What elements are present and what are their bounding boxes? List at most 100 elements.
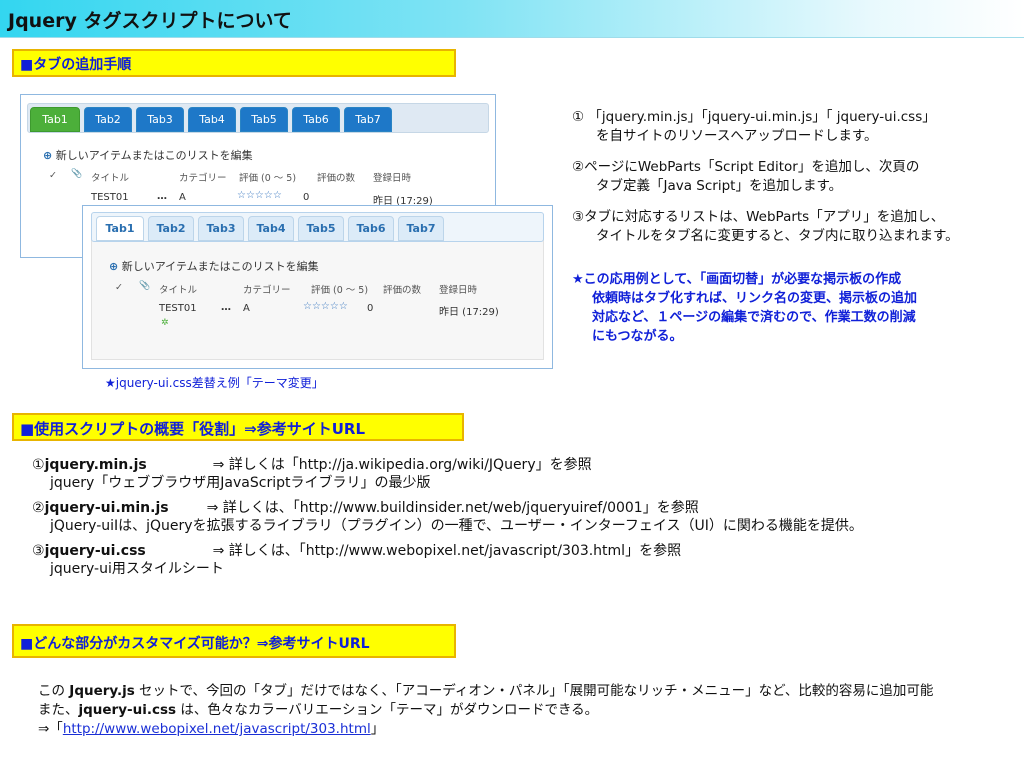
tab-5[interactable]: Tab5 — [240, 107, 288, 132]
summary-line-3-suffix: 」 — [370, 721, 385, 737]
column-rating-count[interactable]: 評価の数 — [317, 170, 355, 184]
column-title[interactable]: タイトル — [91, 170, 129, 184]
item-1-description: jquery「ウェブブラウザ用JavaScriptライブラリ」の最少版 — [50, 475, 431, 491]
column-rating-count[interactable]: 評価の数 — [383, 282, 421, 296]
column-category[interactable]: カテゴリー — [179, 170, 227, 184]
summary-line-1: この Jquery.js セットで、今回の「タブ」だけではなく、「アコーディオン… — [38, 682, 933, 701]
note-line-3: 対応など、１ページの編集で済むので、作業工数の削減 — [592, 310, 916, 325]
application-note: ★この応用例として、「画面切替」が必要な掲示板の作成 依頼時はタブ化すれば、リン… — [572, 270, 917, 346]
tab-6[interactable]: Tab6 — [348, 216, 394, 241]
row-menu-icon[interactable]: … — [157, 191, 167, 202]
column-date[interactable]: 登録日時 — [439, 282, 477, 296]
item-2-name: jquery-ui.min.js — [44, 500, 169, 516]
tab-7[interactable]: Tab7 — [344, 107, 392, 132]
column-check: ✓ — [115, 282, 123, 293]
row-title[interactable]: TEST01 — [91, 192, 129, 203]
column-rating[interactable]: 評価 (0 〜 5) — [239, 170, 296, 184]
row-category: A — [243, 303, 250, 314]
note-line-4: にもつながる。 — [592, 329, 683, 344]
tab-1[interactable]: Tab1 — [30, 107, 80, 132]
tab-1[interactable]: Tab1 — [96, 216, 144, 241]
step-2-line-1: ②ページにWebParts「Script Editor」を追加し、次頁の — [572, 159, 920, 175]
step-2: ②ページにWebParts「Script Editor」を追加し、次頁の タブ定… — [572, 158, 1012, 196]
new-item-link[interactable]: ⊕ 新しいアイテムまたはこのリストを編集 — [43, 147, 253, 163]
row-rating-stars[interactable]: ☆☆☆☆☆ — [237, 190, 282, 201]
item-3-description: jquery-ui用スタイルシート — [50, 561, 224, 577]
column-date[interactable]: 登録日時 — [373, 170, 411, 184]
item-3-name: jquery-ui.css — [44, 543, 146, 559]
summary-line-2-text: は、色々なカラーバリエーション「テーマ」がダウンロードできる。 — [176, 702, 599, 718]
tab-5[interactable]: Tab5 — [298, 216, 344, 241]
item-2-number: ② — [32, 500, 45, 516]
step-1: ① 「jquery.min.js」「jquery-ui.min.js」「 jqu… — [572, 108, 1012, 146]
item-1-number: ① — [32, 457, 45, 473]
tab-3[interactable]: Tab3 — [136, 107, 184, 132]
tab-4[interactable]: Tab4 — [248, 216, 294, 241]
row-rating-count: 0 — [367, 303, 374, 314]
customization-summary: この Jquery.js セットで、今回の「タブ」だけではなく、「アコーディオン… — [38, 682, 933, 739]
item-2-description: jQuery-uiIは、jQueryを拡張するライブラリ（プラグイン）の一種で、… — [50, 518, 863, 534]
page-title: Jquery タグスクリプトについて — [8, 10, 292, 32]
new-item-text: 新しいアイテムまたはこのリストを編集 — [121, 260, 319, 273]
row-rating-stars[interactable]: ☆☆☆☆☆ — [303, 301, 348, 312]
summary-line-2-prefix: また、 — [38, 702, 79, 718]
section-heading-text: ■どんな部分がカスタマイズ可能か？⇒参考サイトURL — [20, 636, 370, 652]
section-heading-customizable: ■どんな部分がカスタマイズ可能か？⇒参考サイトURL — [12, 624, 456, 658]
tab-4[interactable]: Tab4 — [188, 107, 236, 132]
row-title[interactable]: TEST01 — [159, 303, 197, 314]
step-2-line-2: タブ定義「Java Script」を追加します。 — [596, 178, 843, 194]
row-category: A — [179, 192, 186, 203]
title-bar: Jquery タグスクリプトについて — [0, 0, 1024, 38]
item-3-number: ③ — [32, 543, 45, 559]
column-title[interactable]: タイトル — [159, 282, 197, 296]
tab-strip: Tab1 Tab2 Tab3 Tab4 Tab5 Tab6 Tab7 — [91, 212, 544, 242]
summary-line-3-prefix: ⇒「 — [38, 721, 63, 737]
note-line-1: ★この応用例として、「画面切替」が必要な掲示板の作成 — [572, 272, 902, 287]
column-category[interactable]: カテゴリー — [243, 282, 291, 296]
step-1-line-2: を自サイトのリソースへアップロードします。 — [596, 128, 878, 144]
tab-steps: ① 「jquery.min.js」「jquery-ui.min.js」「 jqu… — [572, 108, 1012, 258]
section-heading-text: ■タブの追加手順 — [20, 57, 132, 73]
new-badge-icon: ✲ — [161, 318, 169, 328]
tab-3[interactable]: Tab3 — [198, 216, 244, 241]
step-3-line-2: タイトルをタブ名に変更すると、タブ内に取り込まれます。 — [596, 228, 959, 244]
tab-6[interactable]: Tab6 — [292, 107, 340, 132]
step-3: ③タブに対応するリストは、WebParts「アプリ」を追加し、 タイトルをタブ名… — [572, 208, 1012, 246]
new-item-link[interactable]: ⊕ 新しいアイテムまたはこのリストを編集 — [109, 258, 319, 274]
row-rating-count: 0 — [303, 192, 310, 203]
webopixel-link[interactable]: http://www.webopixel.net/javascript/303.… — [63, 721, 371, 737]
summary-line-1-prefix: この — [38, 683, 70, 699]
step-1-line-1: ① 「jquery.min.js」「jquery-ui.min.js」「 jqu… — [572, 109, 936, 125]
section-heading-text: ■使用スクリプトの概要「役割」⇒参考サイトURL — [20, 420, 366, 438]
column-rating[interactable]: 評価 (0 〜 5) — [311, 282, 368, 296]
section-heading-tab-steps: ■タブの追加手順 — [12, 49, 456, 77]
overview-item-3: ③jquery-ui.css ⇒ 詳しくは、「http://www.webopix… — [32, 542, 863, 560]
item-3-reference: ⇒ 詳しくは、「http://www.webopixel.net/javascr… — [212, 543, 682, 559]
summary-line-2: また、jquery-ui.css は、色々なカラーバリエーション「テーマ」がダウ… — [38, 701, 933, 720]
section-heading-script-overview: ■使用スクリプトの概要「役割」⇒参考サイトURL — [12, 413, 464, 441]
overview-item-1: ①jquery.min.js ⇒ 詳しくは「http://ja.wikipedia… — [32, 456, 863, 474]
tab-2[interactable]: Tab2 — [84, 107, 132, 132]
overview-item-2: ②jquery-ui.min.js ⇒ 詳しくは、「http://www.buil… — [32, 499, 863, 517]
attachment-icon: 📎 — [139, 281, 151, 291]
summary-line-3: ⇒「http://www.webopixel.net/javascript/30… — [38, 720, 933, 739]
tab-2[interactable]: Tab2 — [148, 216, 194, 241]
attachment-icon: 📎 — [71, 169, 83, 179]
theme-caption: ★jquery-ui.css差替え例「テーマ変更」 — [105, 376, 324, 390]
add-icon: ⊕ — [43, 149, 53, 162]
script-overview: ①jquery.min.js ⇒ 詳しくは「http://ja.wikipedia… — [32, 456, 863, 578]
row-date: 昨日 (17:29) — [439, 307, 499, 318]
tab-strip: Tab1 Tab2 Tab3 Tab4 Tab5 Tab6 Tab7 — [27, 103, 489, 133]
tab-screenshot-theme-changed: Tab1 Tab2 Tab3 Tab4 Tab5 Tab6 Tab7 ⊕ 新しい… — [82, 205, 553, 369]
jquery-ui-css-label: jquery-ui.css — [78, 702, 177, 718]
jquery-js-label: Jquery.js — [69, 683, 135, 699]
item-1-name: jquery.min.js — [44, 457, 147, 473]
step-3-line-1: ③タブに対応するリストは、WebParts「アプリ」を追加し、 — [572, 209, 945, 225]
note-line-2: 依頼時はタブ化すれば、リンク名の変更、掲示板の追加 — [592, 291, 918, 306]
new-item-text: 新しいアイテムまたはこのリストを編集 — [55, 149, 253, 162]
column-check: ✓ — [49, 170, 57, 181]
tab-7[interactable]: Tab7 — [398, 216, 444, 241]
add-icon: ⊕ — [109, 260, 119, 273]
row-menu-icon[interactable]: … — [221, 302, 231, 313]
item-2-reference: ⇒ 詳しくは、「http://www.buildinsider.net/web/… — [206, 500, 699, 516]
